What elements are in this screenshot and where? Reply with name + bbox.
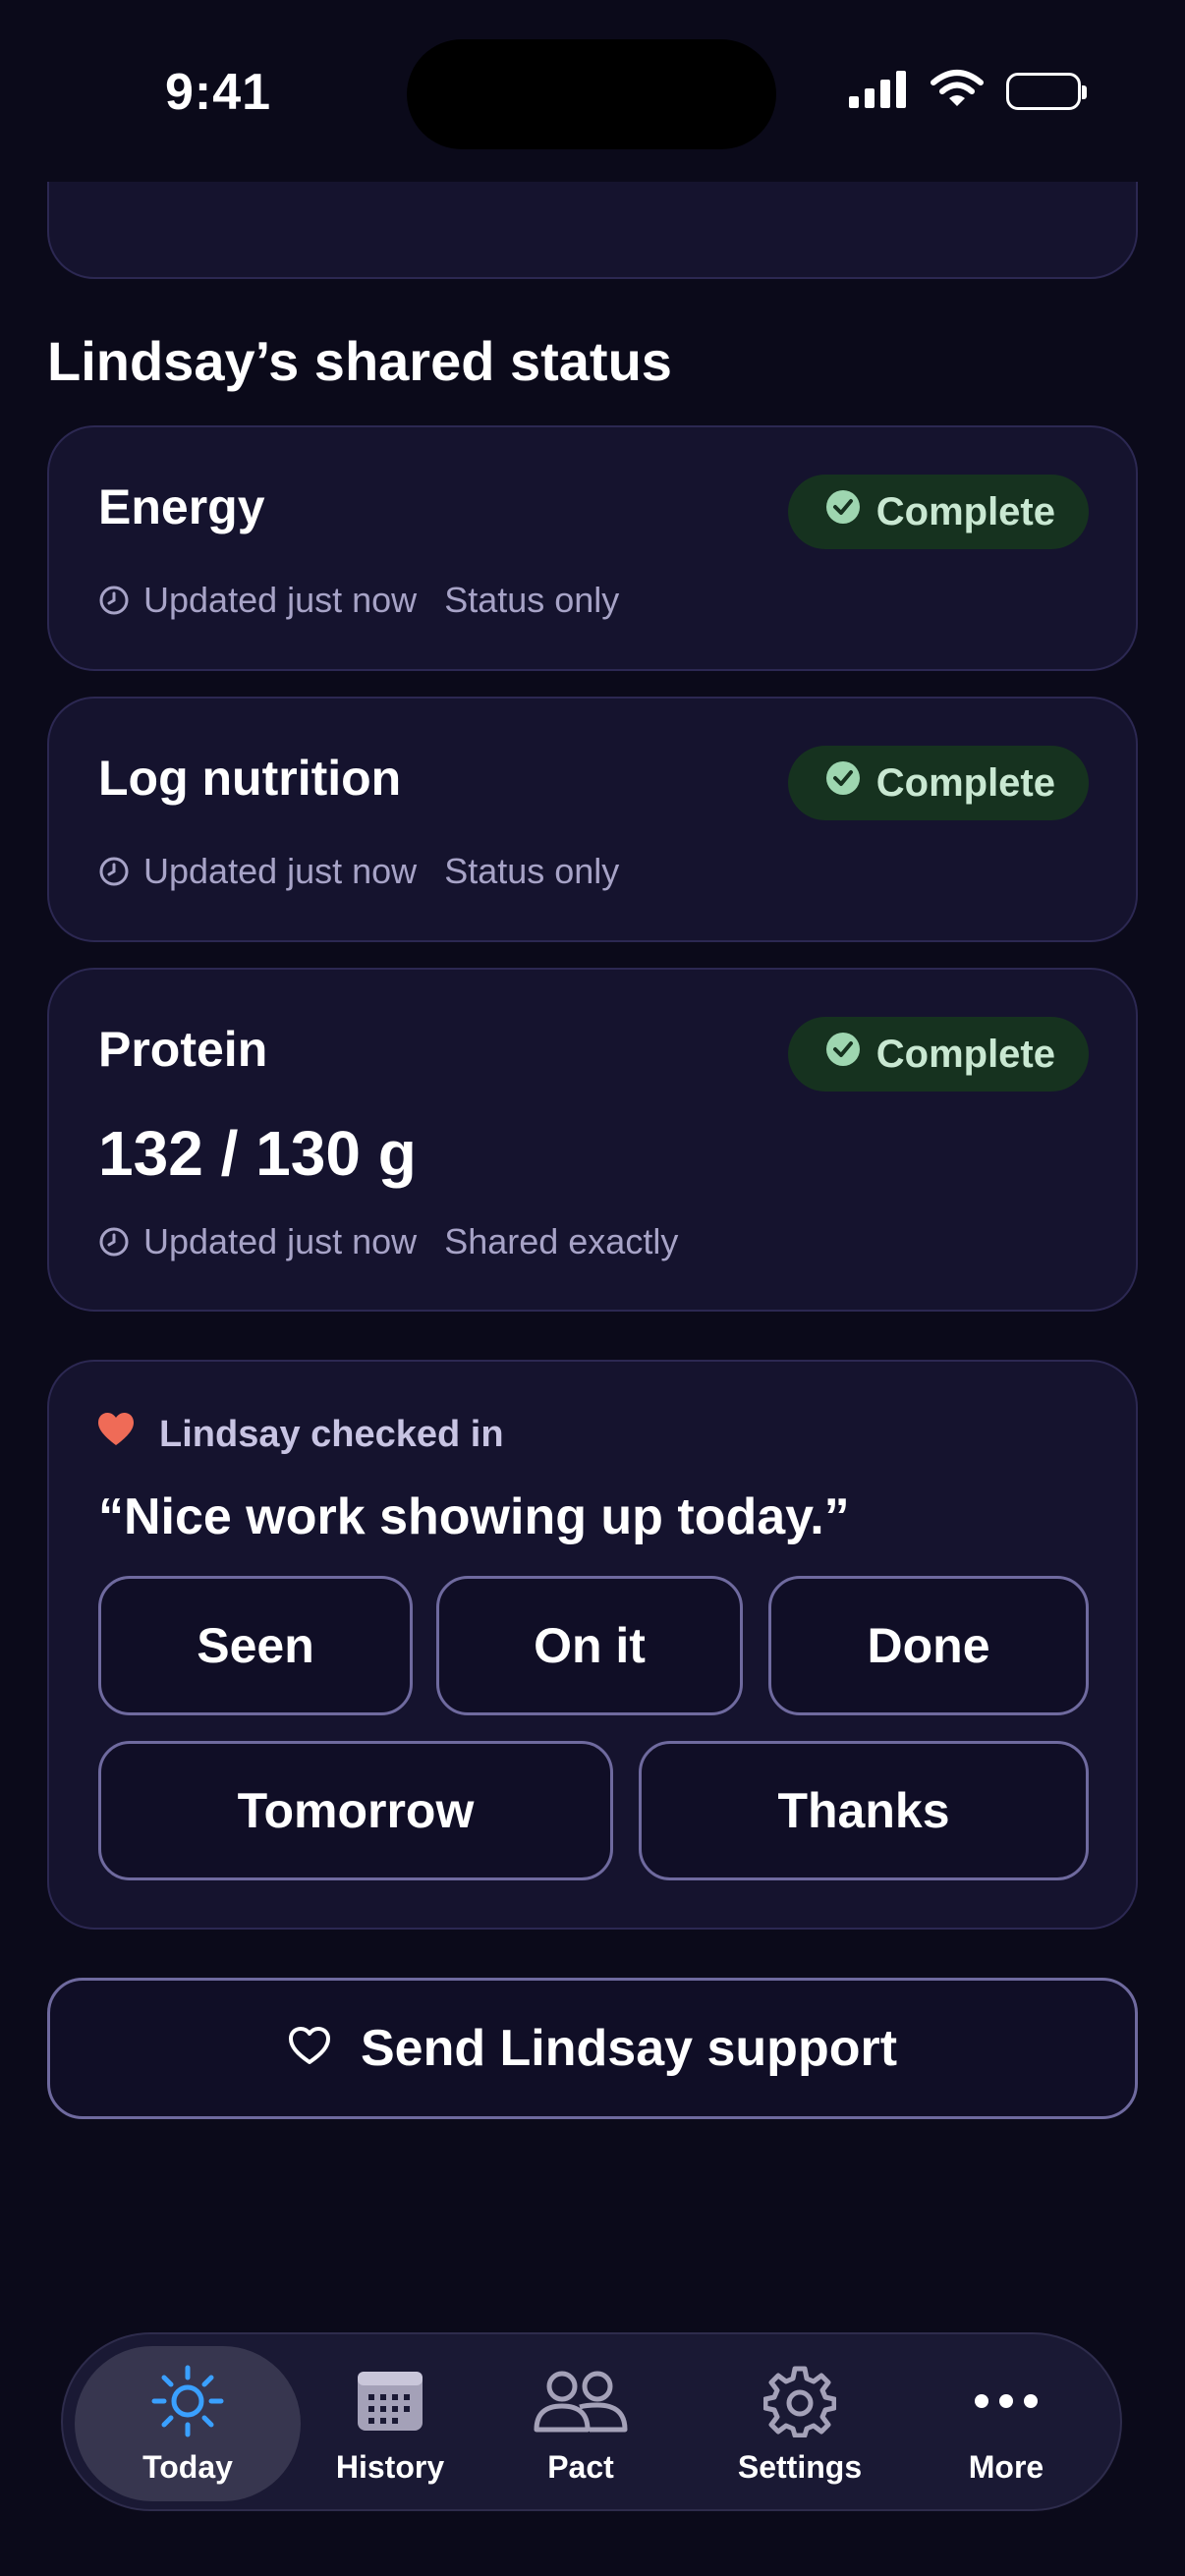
status-badge: Complete xyxy=(787,1017,1089,1092)
status-time: 9:41 xyxy=(165,64,272,121)
status-bar: 9:41 xyxy=(0,0,1185,182)
sun-icon xyxy=(149,2363,226,2439)
calendar-icon xyxy=(355,2363,425,2439)
check-circle-icon xyxy=(825,760,861,806)
tab-label: More xyxy=(968,2448,1044,2485)
sharing-text: Status only xyxy=(444,851,620,891)
status-meta: Updated just now Status only xyxy=(98,580,619,621)
status-name: Log nutrition xyxy=(98,751,402,806)
heart-outline-icon xyxy=(288,2019,331,2078)
status-meta: Updated just now Status only xyxy=(98,851,619,892)
status-badge-label: Complete xyxy=(875,1032,1055,1076)
status-badge-label: Complete xyxy=(875,760,1055,805)
heart-icon xyxy=(98,1413,134,1456)
battery-icon xyxy=(1006,72,1087,110)
clock-icon xyxy=(98,856,130,887)
checkin-header-text: Lindsay checked in xyxy=(159,1413,504,1455)
updated-text: Updated just now xyxy=(143,580,418,620)
tab-label: Settings xyxy=(737,2448,863,2485)
status-badge-label: Complete xyxy=(875,489,1055,533)
status-name: Energy xyxy=(98,479,265,534)
reply-tomorrow-button[interactable]: Tomorrow xyxy=(98,1741,613,1880)
wifi-icon xyxy=(930,69,985,113)
send-support-label: Send Lindsay support xyxy=(360,2020,898,2077)
reply-seen-button[interactable]: Seen xyxy=(98,1576,413,1715)
status-meta: Updated just now Shared exactly xyxy=(98,1221,678,1262)
status-icons xyxy=(847,69,1087,113)
reply-on-it-button[interactable]: On it xyxy=(436,1576,743,1715)
protein-amount: 132 / 130 g xyxy=(98,1118,417,1189)
checkin-header: Lindsay checked in xyxy=(98,1413,504,1456)
sharing-text: Status only xyxy=(444,580,620,620)
more-dots-icon xyxy=(972,2363,1041,2439)
check-circle-icon xyxy=(825,1032,861,1077)
send-support-button[interactable]: Send Lindsay support xyxy=(47,1978,1138,2119)
tab-settings[interactable]: Settings xyxy=(721,2346,878,2501)
status-badge: Complete xyxy=(787,746,1089,820)
status-card-protein: Protein Complete 132 / 130 g Updated jus… xyxy=(47,968,1138,1312)
status-badge: Complete xyxy=(787,475,1089,549)
check-circle-icon xyxy=(825,489,861,534)
tab-more[interactable]: More xyxy=(928,2346,1085,2501)
dynamic-island xyxy=(407,39,776,149)
checkin-card: Lindsay checked in “Nice work showing up… xyxy=(47,1360,1138,1930)
tab-bar: Today History Pact Settings More xyxy=(61,2332,1122,2511)
sharing-text: Shared exactly xyxy=(444,1221,679,1261)
tab-label: History xyxy=(335,2448,445,2485)
clock-icon xyxy=(98,585,130,616)
reply-done-button[interactable]: Done xyxy=(768,1576,1089,1715)
cellular-signal-icon xyxy=(847,69,908,113)
tab-label: Today xyxy=(142,2448,233,2485)
updated-text: Updated just now xyxy=(143,1221,418,1261)
tab-label: Pact xyxy=(547,2448,614,2485)
tab-today[interactable]: Today xyxy=(75,2346,301,2501)
tab-pact[interactable]: Pact xyxy=(509,2346,652,2501)
updated-text: Updated just now xyxy=(143,851,418,891)
status-name: Protein xyxy=(98,1022,268,1077)
reply-thanks-button[interactable]: Thanks xyxy=(639,1741,1089,1880)
shared-status-title: Lindsay’s shared status xyxy=(47,330,672,392)
gear-icon xyxy=(763,2363,836,2439)
status-card-energy: Energy Complete Updated just now Status … xyxy=(47,425,1138,671)
people-icon xyxy=(533,2363,629,2439)
status-card-log-nutrition: Log nutrition Complete Updated just now … xyxy=(47,697,1138,942)
checkin-message: “Nice work showing up today.” xyxy=(98,1488,850,1545)
tab-history[interactable]: History xyxy=(309,2346,472,2501)
clock-icon xyxy=(98,1226,130,1258)
